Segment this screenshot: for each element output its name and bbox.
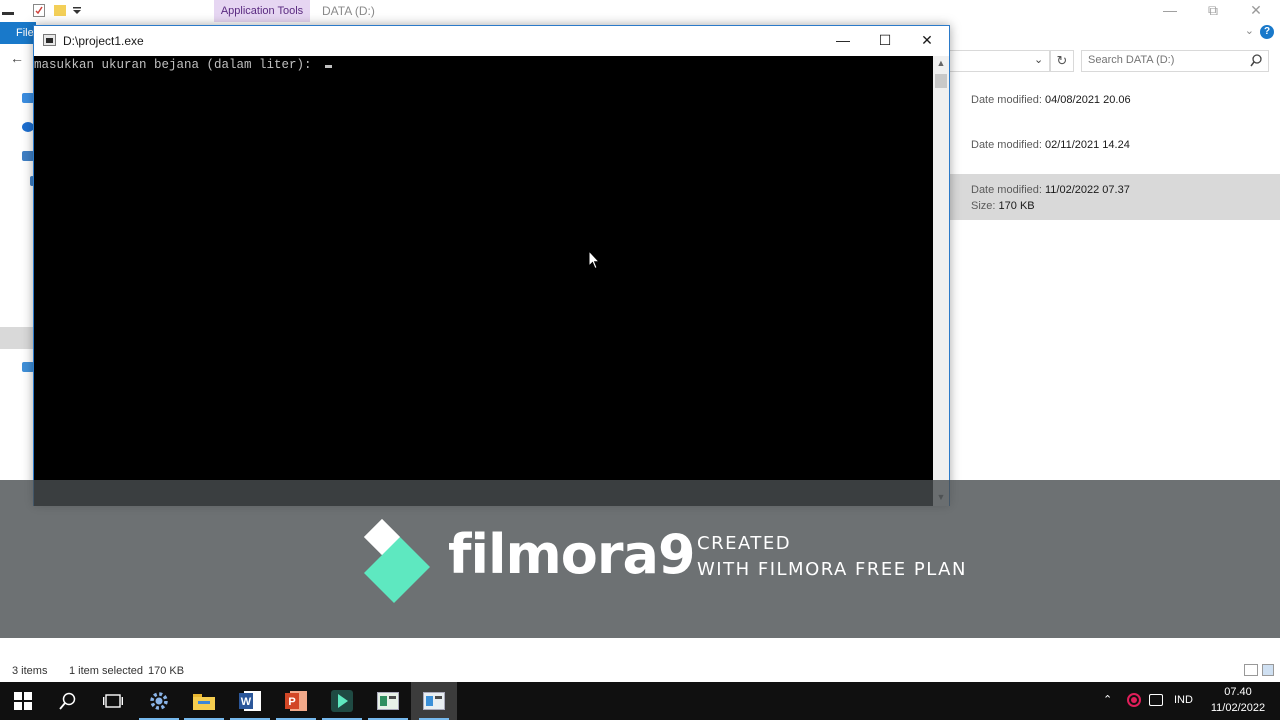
file-explorer-icon — [193, 694, 215, 710]
taskbar-word[interactable]: W — [227, 682, 273, 720]
start-button[interactable] — [0, 682, 46, 720]
large-icons-view-icon[interactable] — [1262, 664, 1274, 676]
filmora-logo-icon — [364, 519, 430, 603]
clock-date[interactable]: 11/02/2022 — [1206, 702, 1270, 714]
maximize-button[interactable]: ☐ — [863, 26, 907, 54]
ribbon-expand-chevron-icon[interactable]: ⌄ — [1245, 24, 1254, 37]
customize-toolbar-icon[interactable] — [71, 4, 83, 17]
window-menu-icon[interactable] — [2, 4, 14, 17]
tab-file[interactable]: File — [0, 22, 36, 44]
window-app-icon — [377, 692, 399, 710]
console-output-area[interactable]: masukkan ukuran bejana (dalam liter): — [34, 56, 933, 506]
language-indicator[interactable]: IND — [1174, 694, 1193, 706]
watermark-brand: filmora9 — [448, 523, 696, 586]
selection-size: 170 KB — [148, 665, 185, 677]
taskbar: W P ⌃ IND 07.40 11/02/2022 — [0, 682, 1280, 720]
properties-icon[interactable] — [33, 4, 45, 17]
explorer-minimize-button[interactable]: — — [1160, 2, 1180, 18]
taskbar-settings-app[interactable] — [136, 682, 182, 720]
clock-time[interactable]: 07.40 — [1212, 686, 1264, 698]
console-window[interactable]: D:\project1.exe — ☐ ✕ masukkan ukuran be… — [33, 25, 950, 506]
explorer-restore-button[interactable]: ⧉ — [1203, 2, 1223, 19]
minimize-button[interactable]: — — [821, 26, 865, 54]
taskbar-app-window[interactable] — [365, 682, 411, 720]
file-row-selected[interactable]: Date modified: 11/02/2022 07.37 Size: 17… — [950, 174, 1280, 220]
console-scrollbar[interactable]: ▲ ▼ — [933, 56, 949, 506]
search-icon — [1250, 54, 1262, 67]
scroll-up-arrow-icon[interactable]: ▲ — [933, 58, 949, 70]
explorer-close-button[interactable]: ✕ — [1246, 2, 1266, 19]
scroll-thumb[interactable] — [935, 74, 947, 88]
search-input[interactable] — [1088, 54, 1238, 66]
new-folder-icon[interactable] — [54, 4, 66, 17]
selection-count: 1 item selected — [69, 665, 143, 677]
explorer-title: DATA (D:) — [322, 4, 375, 18]
console-output: masukkan ukuran bejana (dalam liter): — [34, 58, 333, 72]
settings-gear-icon — [150, 692, 168, 710]
windows-logo-icon — [14, 692, 32, 710]
watermark-line-2: WITH FILMORA FREE PLAN — [697, 559, 967, 580]
item-count: 3 items — [12, 665, 48, 677]
powerpoint-icon: P — [285, 691, 307, 711]
date-label: Date modified: — [971, 139, 1042, 151]
status-bar: 3 items 1 item selected 170 KB — [0, 660, 1280, 682]
size-label: Size: — [971, 200, 996, 212]
tray-overflow-chevron-icon[interactable]: ⌃ — [1103, 693, 1112, 706]
taskbar-console-app[interactable] — [411, 682, 457, 720]
sidebar-selected-drive[interactable] — [0, 327, 36, 349]
record-icon[interactable] — [1127, 693, 1141, 707]
console-app-icon — [423, 692, 445, 710]
date-value: 11/02/2022 07.37 — [1045, 184, 1130, 196]
watermark-line-1: CREATED — [697, 533, 792, 554]
size-value: 170 KB — [998, 200, 1035, 212]
taskbar-file-explorer[interactable] — [181, 682, 227, 720]
tab-application-tools[interactable]: Application Tools — [214, 0, 310, 22]
taskbar-filmora[interactable] — [319, 682, 365, 720]
console-titlebar[interactable]: D:\project1.exe — ☐ ✕ — [34, 26, 949, 56]
date-label: Date modified: — [971, 94, 1042, 106]
text-cursor — [325, 65, 333, 68]
svg-text:P: P — [288, 696, 295, 708]
date-value: 02/11/2021 14.24 — [1045, 139, 1130, 151]
address-dropdown-chevron-icon[interactable]: ⌄ — [1034, 53, 1043, 66]
task-view-button[interactable] — [90, 682, 136, 720]
mouse-pointer-icon — [588, 250, 600, 270]
search-box[interactable] — [1081, 50, 1269, 72]
console-prompt: masukkan ukuran bejana (dalam liter): — [34, 58, 320, 72]
console-title: D:\project1.exe — [63, 34, 144, 48]
file-row[interactable]: Date modified: 02/11/2021 14.24 — [950, 137, 1280, 173]
task-view-icon — [103, 694, 123, 708]
date-value: 04/08/2021 20.06 — [1045, 94, 1131, 106]
search-icon — [59, 692, 76, 710]
taskbar-search-button[interactable] — [45, 682, 91, 720]
back-arrow-icon[interactable]: ← — [10, 50, 24, 66]
close-button[interactable]: ✕ — [905, 26, 949, 54]
date-label: Date modified: — [971, 184, 1042, 196]
word-icon: W — [239, 691, 261, 711]
taskbar-powerpoint[interactable]: P — [273, 682, 319, 720]
file-row[interactable]: Date modified: 04/08/2021 20.06 — [950, 92, 1280, 128]
action-center-icon[interactable] — [1149, 694, 1163, 706]
details-view-icon[interactable] — [1244, 664, 1258, 676]
svg-text:W: W — [241, 696, 252, 708]
refresh-button[interactable]: ↻ — [1050, 50, 1074, 72]
filmora-icon — [331, 690, 353, 712]
quick-access-toolbar: Application Tools DATA (D:) — ⧉ ✕ — [0, 0, 1280, 22]
help-icon[interactable]: ? — [1260, 25, 1274, 39]
console-app-icon[interactable] — [43, 34, 56, 46]
